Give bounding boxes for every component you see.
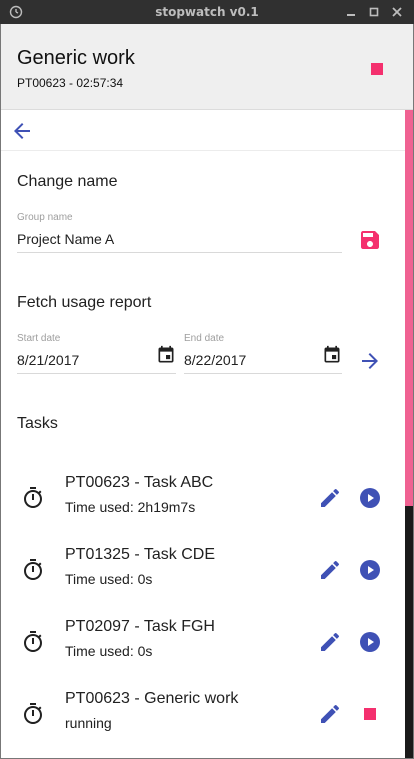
task-row: PT01325 - Task CDE Time used: 0s [1, 534, 405, 606]
timer-icon [24, 559, 42, 580]
start-task-button[interactable] [358, 630, 382, 654]
calendar-icon [158, 345, 174, 363]
edit-task-button[interactable] [318, 558, 342, 582]
toolbar [1, 111, 405, 151]
start-date-field[interactable]: Start date 8/21/2017 [17, 333, 176, 377]
task-row: PT00623 - Generic work running [1, 678, 405, 750]
stop-icon [364, 708, 376, 720]
start-date-picker-button[interactable] [156, 345, 176, 365]
app-header: Generic work PT00623 - 02:57:34 [1, 24, 413, 110]
pencil-icon [321, 704, 340, 723]
tasks-heading: Tasks [17, 415, 58, 432]
save-icon [361, 231, 379, 249]
group-name-field[interactable]: Group name Project Name A [17, 212, 342, 256]
end-date-label: End date [184, 333, 225, 344]
timer-icon [24, 703, 42, 724]
timer-icon [24, 487, 42, 508]
end-date-underline [184, 373, 342, 374]
start-date-label: Start date [17, 333, 61, 344]
fetch-report-button[interactable] [358, 349, 382, 373]
arrow-right-icon [362, 353, 378, 369]
task-status: Time used: 2h19m7s [65, 499, 196, 515]
pencil-icon [321, 632, 340, 651]
task-name: PT00623 - Task ABC [65, 474, 214, 491]
save-button[interactable] [358, 228, 382, 252]
back-button[interactable] [10, 119, 34, 143]
header-title: Generic work [17, 47, 135, 69]
edit-task-button[interactable] [318, 486, 342, 510]
task-name: PT02097 - Task FGH [65, 618, 215, 635]
task-row: PT00623 - Task ABC Time used: 2h19m7s [1, 462, 405, 534]
calendar-icon [324, 345, 340, 363]
task-name: PT01325 - Task CDE [65, 546, 215, 563]
end-date-field[interactable]: End date 8/22/2017 [184, 333, 342, 377]
minimize-icon[interactable] [343, 4, 359, 20]
end-date-picker-button[interactable] [322, 345, 342, 365]
edit-task-button[interactable] [318, 702, 342, 726]
task-row: PT02097 - Task FGH Time used: 0s [1, 606, 405, 678]
arrow-left-icon [14, 123, 30, 139]
play-circle-icon [360, 632, 380, 652]
task-status: Time used: 0s [65, 643, 153, 659]
task-status: running [65, 715, 112, 731]
window-titlebar: stopwatch v0.1 [0, 0, 414, 24]
change-name-heading: Change name [17, 173, 118, 190]
pencil-icon [321, 560, 340, 579]
play-circle-icon [360, 560, 380, 580]
group-name-underline [17, 252, 342, 253]
header-subtitle: PT00623 - 02:57:34 [17, 76, 124, 90]
start-date-input[interactable]: 8/21/2017 [17, 352, 79, 368]
edit-task-button[interactable] [318, 630, 342, 654]
app-window: Generic work PT00623 - 02:57:34 Change n… [0, 24, 414, 759]
start-task-button[interactable] [358, 486, 382, 510]
scrollbar-thumb[interactable] [405, 110, 413, 506]
pencil-icon [321, 488, 340, 507]
close-icon[interactable] [389, 4, 405, 20]
group-name-label: Group name [17, 212, 73, 223]
stop-timer-button[interactable] [369, 61, 385, 77]
end-date-input[interactable]: 8/22/2017 [184, 352, 246, 368]
start-date-underline [17, 373, 176, 374]
task-name: PT00623 - Generic work [65, 690, 239, 707]
usage-report-heading: Fetch usage report [17, 294, 152, 311]
timer-icon [24, 631, 42, 652]
stop-icon [371, 63, 383, 75]
play-circle-icon [360, 488, 380, 508]
scrollbar[interactable] [405, 110, 413, 758]
start-task-button[interactable] [358, 558, 382, 582]
maximize-icon[interactable] [366, 4, 382, 20]
group-name-input[interactable]: Project Name A [17, 231, 114, 247]
stop-task-button[interactable] [358, 702, 382, 726]
task-status: Time used: 0s [65, 571, 153, 587]
